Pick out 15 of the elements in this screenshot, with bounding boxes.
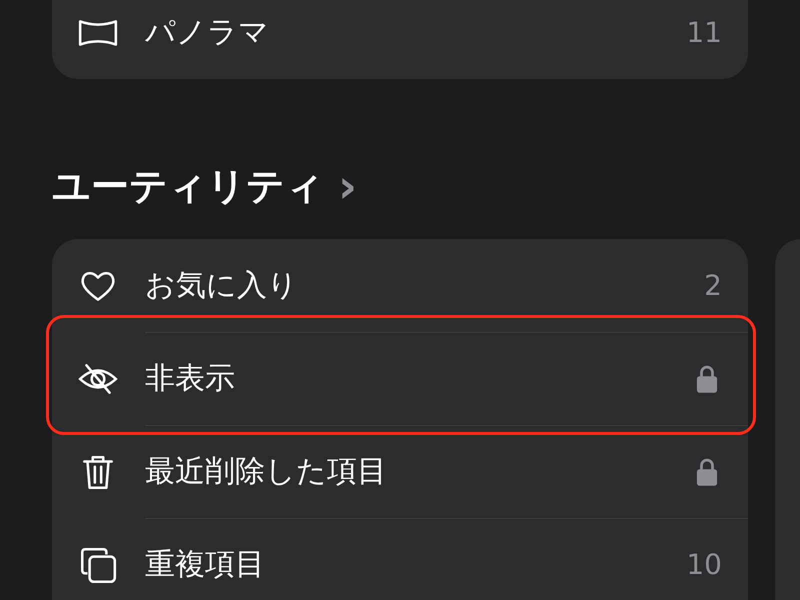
utility-row[interactable]: 非表示: [46, 315, 756, 435]
row-label: 最近削除した項目: [145, 453, 388, 491]
item-count: 10: [686, 548, 722, 581]
row-label: 重複項目: [145, 546, 266, 584]
lock-icon: [696, 364, 718, 394]
album-row[interactable]: パノラマ 11: [52, 0, 748, 79]
section-title: ユーティリティ: [52, 162, 324, 210]
chevron-link[interactable]: ›: [338, 163, 357, 209]
item-count: 2: [704, 269, 722, 302]
row-label: 非表示: [145, 360, 236, 398]
utility-row[interactable]: 重複項目 10: [52, 518, 748, 600]
row-label: お気に入り: [145, 267, 299, 305]
row-label: パノラマ: [145, 14, 270, 52]
lock-icon: [696, 456, 718, 486]
item-count: 11: [686, 16, 722, 49]
